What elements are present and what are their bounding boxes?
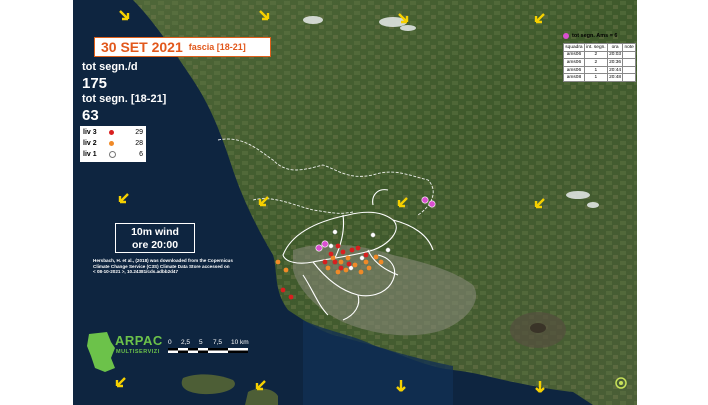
wind-arrow-icon [255, 380, 266, 391]
wind-arrow-icon [259, 10, 270, 21]
ams-title: tot segn. Ams = 6 [563, 33, 618, 39]
white-dot-icon [109, 151, 116, 158]
logo-name: ARPAC [115, 333, 163, 348]
band-total-label: tot segn. [18-21] [82, 93, 167, 105]
legend-row-liv2: liv 2 28 [83, 140, 143, 147]
table-row: ams08 1 20:48 [563, 73, 636, 82]
wind-arrow-icon [397, 197, 408, 208]
copernicus-credit: Hersbach, H. et al., (2018) was download… [93, 258, 233, 275]
wind-arrow-icon [535, 381, 545, 393]
table-row: ams06 2 20:36 [563, 58, 636, 67]
wind-arrow-icon [115, 377, 126, 388]
date-text: 30 SET 2021 [101, 39, 183, 55]
daily-total-value: 175 [82, 75, 108, 92]
table-row: ams06 1 20:44 [563, 65, 636, 75]
wind-arrow-icon [119, 10, 130, 21]
map-logo-icon [615, 377, 627, 389]
daily-total-label: tot segn./d [82, 61, 138, 73]
wind-line-2: ore 20:00 [131, 239, 179, 251]
wind-arrow-icon [118, 193, 129, 204]
ams-table: squadra int. segn. ora note ams06 2 20:03 … [563, 43, 636, 82]
date-header: 30 SET 2021 fascia [18-21] [94, 37, 271, 57]
legend-row-liv3: liv 3 29 [83, 129, 143, 136]
wind-arrow-icon [258, 196, 269, 207]
legend-row-liv1: liv 1 6 [83, 151, 143, 158]
ams-dot-icon [563, 33, 569, 39]
wind-arrow-icon [398, 13, 409, 24]
ams-table-header: squadra int. segn. ora note [563, 43, 636, 52]
wind-arrow-icon [534, 198, 545, 209]
red-dot-icon [109, 130, 114, 135]
wind-info-box: 10m wind ore 20:00 [115, 223, 195, 253]
band-total-value: 63 [82, 107, 99, 124]
wind-line-1: 10m wind [131, 226, 179, 238]
wind-arrow-icon [396, 380, 406, 392]
orange-dot-icon [109, 141, 114, 146]
scale-bar [168, 348, 248, 353]
wind-arrow-icon [534, 13, 545, 24]
table-row: ams06 2 20:03 [563, 50, 636, 60]
time-band-text: fascia [18-21] [188, 42, 246, 52]
severity-legend: liv 3 29 liv 2 28 liv 1 6 [80, 126, 146, 162]
logo-subtitle: MULTISERVIZI [116, 349, 160, 355]
